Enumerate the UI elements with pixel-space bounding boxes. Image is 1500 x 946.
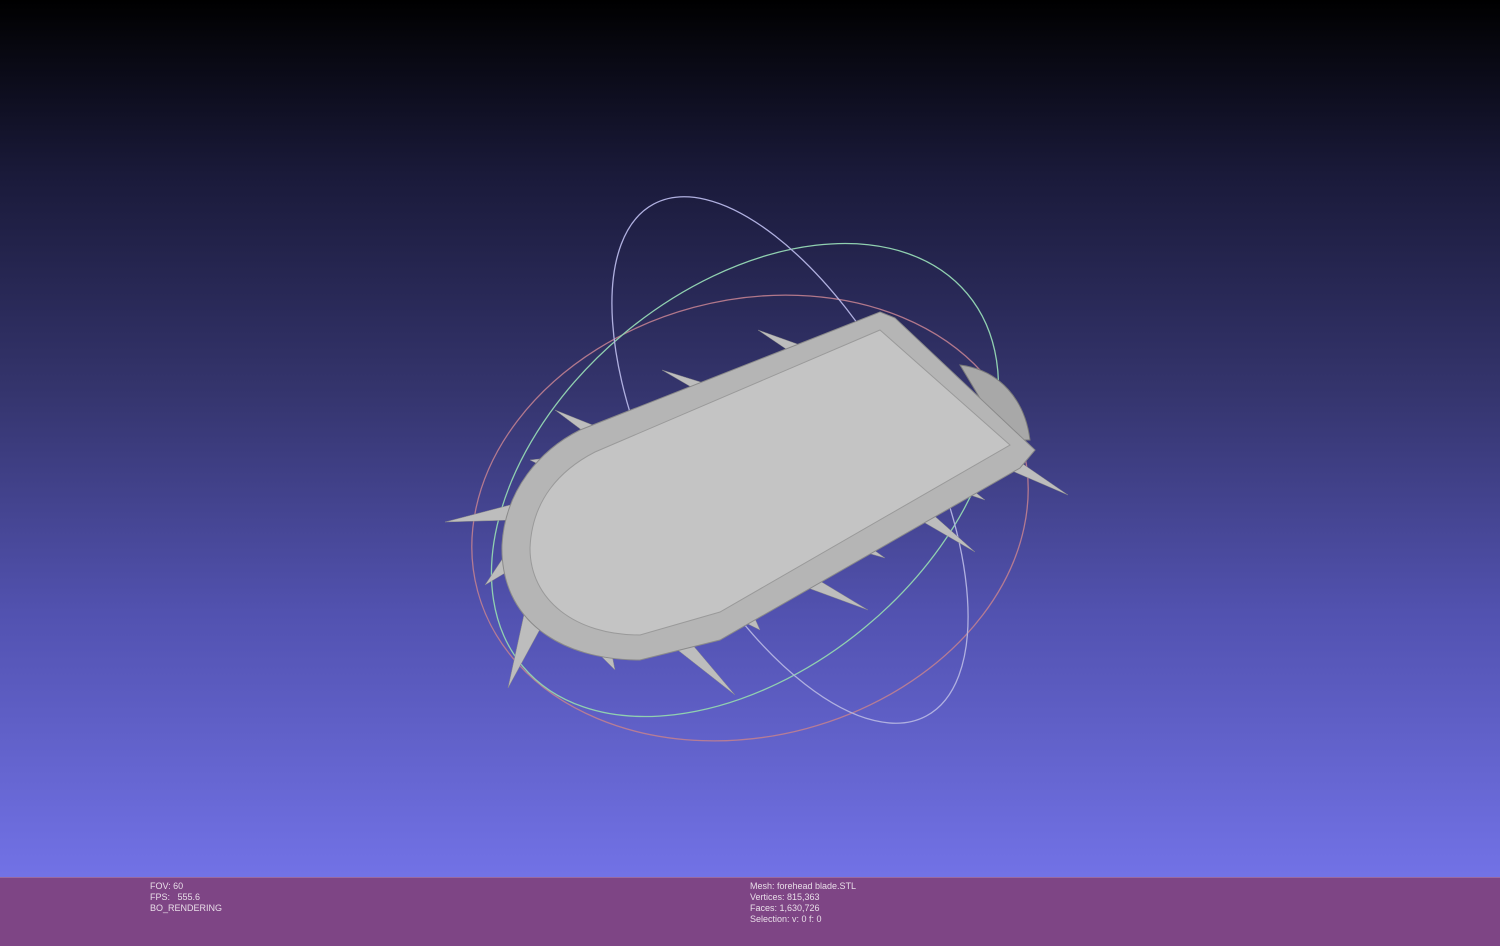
faces-label: Faces: 1,630,726	[750, 903, 820, 913]
mesh-info: Mesh: forehead blade.STL Vertices: 815,3…	[750, 881, 856, 925]
mesh-name-label: Mesh: forehead blade.STL	[750, 881, 857, 891]
selection-label: Selection: v: 0 f: 0	[750, 914, 822, 924]
mesh-render	[444, 196, 1069, 742]
status-bar: FOV: 60 FPS: 555.6 BO_RENDERING Mesh: fo…	[0, 877, 1500, 946]
mesh-body	[501, 311, 1036, 661]
fov-label: FOV: 60	[150, 881, 184, 891]
fps-label: FPS: 555.6	[150, 892, 201, 902]
vertices-label: Vertices: 815,363	[750, 892, 820, 902]
render-info: FOV: 60 FPS: 555.6 BO_RENDERING	[150, 881, 222, 914]
3d-viewport[interactable]	[0, 0, 1500, 877]
render-mode-label: BO_RENDERING	[150, 903, 223, 913]
